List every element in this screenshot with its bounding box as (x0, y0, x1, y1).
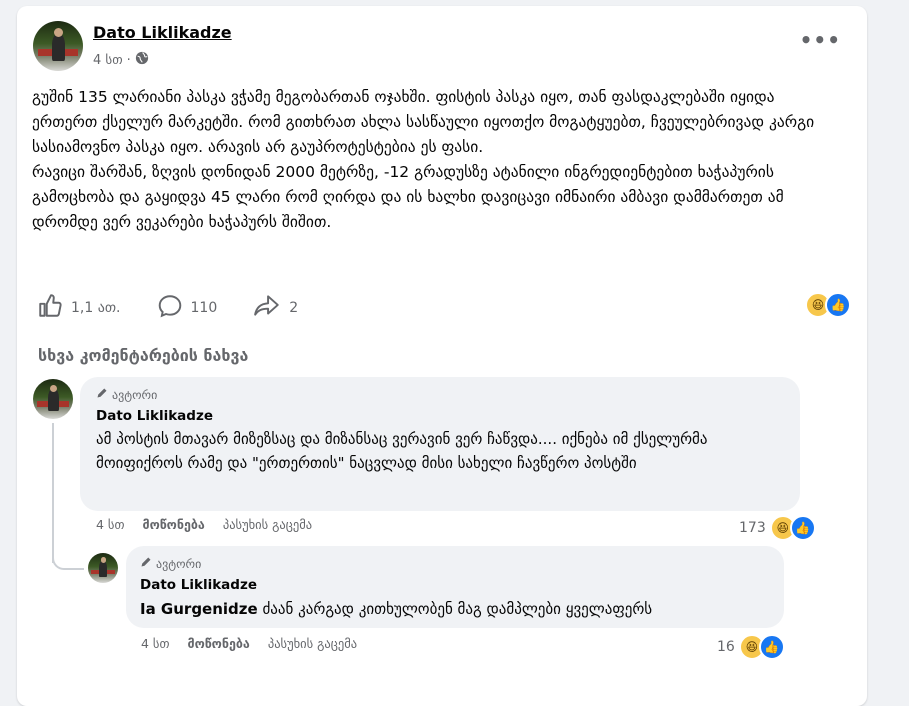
comment1-reactions[interactable]: 173 😆 👍 (739, 515, 816, 541)
like-reaction-icon: 👍 (758, 634, 785, 660)
like-icon (37, 293, 63, 323)
thread-line (52, 423, 54, 563)
comment2-like-button[interactable]: მოწონება (187, 636, 249, 651)
post-author-avatar[interactable] (33, 21, 83, 71)
like-count: 1,1 ათ. (71, 300, 121, 316)
comment1-time[interactable]: 4 სთ (96, 517, 124, 532)
thread-connector (52, 546, 84, 570)
globe-icon (135, 51, 149, 69)
comment2-avatar[interactable] (88, 553, 118, 583)
post-paragraph-1: გუშინ 135 ლარიანი პასკა ვჭამე მეგობართან… (32, 88, 815, 156)
meta-separator: · (126, 52, 131, 68)
comment1-bubble: ავტორი Dato Liklikadze ამ პოსტის მთავარ … (80, 377, 800, 511)
comment-icon (157, 293, 183, 323)
author-badge-label: ავტორი (112, 387, 158, 402)
comment2-meta: 4 სთ მოწონება პასუხის გაცემა (141, 636, 357, 651)
comment1-author[interactable]: Dato Liklikadze (96, 408, 213, 424)
share-count: 2 (289, 300, 299, 316)
comment2-author[interactable]: Dato Liklikadze (140, 577, 257, 593)
post-reactions[interactable]: 😆 👍 (805, 292, 851, 318)
comment2-time[interactable]: 4 სთ (141, 636, 169, 651)
author-badge: ავტორი (140, 556, 201, 571)
like-reaction-icon: 👍 (789, 515, 816, 541)
author-badge: ავტორი (96, 387, 157, 402)
comment2-reaction-count: 16 (717, 639, 735, 655)
comment1-like-button[interactable]: მოწონება (142, 517, 204, 532)
comment2-text-line: Ia Gurgenidze ძაან კარგად კითხულობენ მაგ… (140, 597, 780, 621)
post-body: გუშინ 135 ლარიანი პასკა ვჭამე მეგობართან… (32, 85, 822, 235)
comment2-reactions[interactable]: 16 😆 👍 (717, 634, 785, 660)
comment2-reply-button[interactable]: პასუხის გაცემა (268, 636, 357, 651)
share-button[interactable]: 2 (253, 293, 298, 323)
pencil-icon (140, 556, 152, 571)
view-more-comments-link[interactable]: სხვა კომენტარების ნახვა (38, 346, 248, 365)
comment1-text: ამ პოსტის მთავარ მიზეზსაც და მიზანსაც ვე… (96, 430, 708, 472)
post-meta: 4 სთ · (93, 51, 149, 69)
comment-count: 110 (190, 300, 218, 316)
author-badge-label: ავტორი (156, 556, 202, 571)
like-reaction-icon: 👍 (825, 292, 851, 318)
comment1-reply-button[interactable]: პასუხის გაცემა (223, 517, 312, 532)
comment2-bubble: ავტორი Dato Liklikadze Ia Gurgenidze ძაა… (126, 546, 784, 628)
post-card: Dato Liklikadze 4 სთ · ••• გუშინ 135 ლარ… (17, 6, 867, 706)
post-paragraph-2: რავიცი შარშან, ზღვის დონიდან 2000 მეტრზე… (32, 163, 784, 231)
pencil-icon (96, 387, 108, 402)
post-time[interactable]: 4 სთ (93, 53, 123, 68)
like-button[interactable]: 1,1 ათ. (37, 293, 121, 323)
comment1-meta: 4 სთ მოწონება პასუხის გაცემა (96, 517, 312, 532)
comment-button[interactable]: 110 (157, 293, 218, 323)
comment1-reaction-count: 173 (739, 520, 766, 536)
post-author-name[interactable]: Dato Liklikadze (93, 23, 232, 42)
more-options-icon[interactable]: ••• (800, 28, 841, 52)
comment2-mention[interactable]: Ia Gurgenidze (140, 600, 258, 618)
share-icon (253, 293, 281, 323)
comment1-avatar[interactable] (33, 379, 73, 419)
post-actions: 1,1 ათ. 110 2 (37, 293, 334, 323)
comment2-text: ძაან კარგად კითხულობენ მაგ დამპლები ყველ… (257, 600, 653, 618)
